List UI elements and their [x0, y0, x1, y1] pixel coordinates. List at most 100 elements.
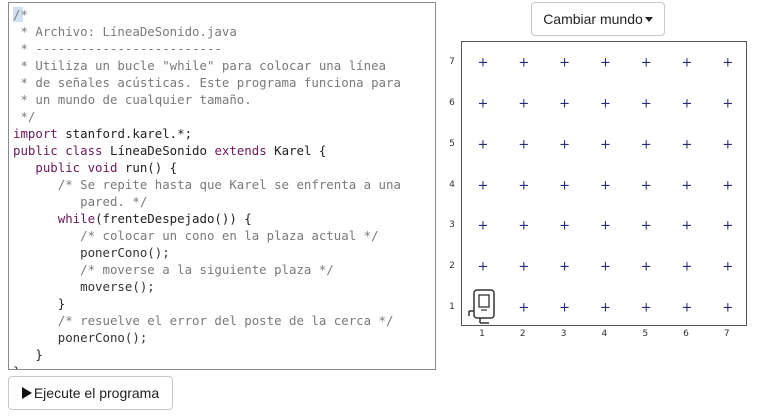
- corner-marker: +: [722, 96, 734, 112]
- code-line: /*: [13, 6, 435, 23]
- code-line: }: [13, 346, 435, 363]
- corner-marker: +: [599, 96, 611, 112]
- corner-marker: +: [640, 218, 652, 234]
- y-axis-label: 3: [449, 220, 455, 231]
- corner-marker: +: [640, 55, 652, 71]
- x-axis-label: 5: [642, 329, 649, 339]
- code-line: /* Se repite hasta que Karel se enfrenta…: [13, 176, 435, 193]
- y-axis-label: 7: [449, 57, 455, 68]
- code-token: public void: [13, 160, 118, 175]
- code-line: moverse();: [13, 278, 435, 295]
- x-axis-label: 6: [683, 329, 689, 339]
- x-axis-label: 7: [723, 329, 730, 339]
- code-token: * Archivo: LíneaDeSonido.java: [13, 24, 237, 39]
- code-token: ponerCono();: [13, 245, 170, 260]
- code-token: extends: [214, 143, 267, 158]
- code-token: */: [13, 109, 36, 124]
- corner-marker: +: [681, 137, 693, 153]
- code-token: run() {: [117, 160, 178, 175]
- code-line: * Utiliza un bucle "while" para colocar …: [13, 57, 435, 74]
- corner-marker: +: [640, 300, 652, 316]
- code-token: * Utiliza un bucle "while" para colocar …: [13, 58, 386, 73]
- code-line: while(frenteDespejado()) {: [13, 210, 435, 227]
- corner-marker: +: [681, 300, 693, 316]
- code-token: /* Se repite hasta que Karel se enfrenta…: [13, 177, 401, 192]
- corner-marker: +: [681, 178, 693, 194]
- code-line: * de señales acústicas. Este programa fu…: [13, 74, 435, 91]
- corner-marker: +: [518, 96, 530, 112]
- corner-marker: +: [518, 178, 530, 194]
- corner-marker: +: [518, 137, 530, 153]
- corner-marker: +: [722, 259, 734, 275]
- code-line: /* colocar un cono en la plaza actual */: [13, 227, 435, 244]
- run-program-button[interactable]: Ejecute el programa: [8, 376, 173, 410]
- code-token: stanford.karel.*;: [57, 126, 193, 141]
- y-axis-label: 4: [449, 179, 455, 190]
- code-line: }: [13, 295, 435, 312]
- code-token: Karel {: [266, 143, 327, 158]
- code-line: /* resuelve el error del poste de la cer…: [13, 312, 435, 329]
- corner-marker: +: [722, 218, 734, 234]
- corner-marker: +: [477, 178, 489, 194]
- code-text[interactable]: /* * Archivo: LíneaDeSonido.java * -----…: [13, 6, 435, 369]
- code-line: * -------------------------: [13, 40, 435, 57]
- corner-marker: +: [518, 300, 530, 316]
- corner-marker: +: [722, 178, 734, 194]
- corner-marker: +: [599, 259, 611, 275]
- code-line: * un mundo de cualquier tamaño.: [13, 91, 435, 108]
- code-token: /* colocar un cono en la plaza actual */: [13, 228, 379, 243]
- x-axis-label: 3: [560, 329, 567, 339]
- code-token: /* resuelve el error del poste de la cer…: [13, 313, 394, 328]
- corner-marker: +: [477, 218, 489, 234]
- code-token: while: [13, 211, 96, 226]
- corner-marker: +: [681, 218, 693, 234]
- code-token: }: [13, 296, 66, 311]
- x-axis-label: 1: [479, 329, 485, 339]
- code-token: * un mundo de cualquier tamaño.: [13, 92, 252, 107]
- corner-marker: +: [681, 259, 693, 275]
- y-axis-label: 5: [449, 138, 455, 149]
- code-token: * de señales acústicas. Este programa fu…: [13, 75, 401, 90]
- change-world-button[interactable]: Cambiar mundo: [531, 2, 665, 36]
- code-token: public class: [13, 143, 103, 158]
- code-line: import stanford.karel.*;: [13, 125, 435, 142]
- code-token: (frenteDespejado()) {: [95, 211, 252, 226]
- y-axis-label: 2: [449, 261, 455, 272]
- y-axis-label: 1: [449, 302, 455, 312]
- code-editor[interactable]: /* * Archivo: LíneaDeSonido.java * -----…: [8, 2, 436, 370]
- karel-robot-icon: [468, 289, 495, 324]
- karel-world-grid: + + + + + + + + + + + + + + + + + + + + + + + + + + + + + + + + + + + + + + + +…: [461, 41, 747, 326]
- corner-marker: +: [599, 178, 611, 194]
- corner-marker: +: [477, 55, 489, 71]
- corner-marker: +: [681, 96, 693, 112]
- corner-marker: +: [477, 96, 489, 112]
- code-token: import: [13, 126, 58, 141]
- code-token: }: [13, 347, 43, 362]
- corner-marker: +: [640, 178, 652, 194]
- corner-marker: +: [722, 55, 734, 71]
- code-token: * -------------------------: [13, 41, 222, 56]
- x-axis-label: 4: [601, 329, 608, 339]
- x-axis-label: 2: [519, 329, 526, 339]
- corner-marker: +: [559, 137, 571, 153]
- corner-marker: +: [559, 300, 571, 316]
- corner-marker: +: [640, 259, 652, 275]
- code-token: ponerCono();: [13, 330, 148, 345]
- code-token: /* moverse a la siguiente plaza */: [13, 262, 334, 277]
- corner-marker: +: [599, 55, 611, 71]
- code-line: * Archivo: LíneaDeSonido.java: [13, 23, 435, 40]
- code-token: moverse();: [13, 279, 155, 294]
- code-line: */: [13, 108, 435, 125]
- corner-marker: +: [640, 137, 652, 153]
- corner-marker: +: [477, 137, 489, 153]
- change-world-label: Cambiar mundo: [543, 11, 643, 27]
- corner-marker: +: [599, 137, 611, 153]
- corner-marker: +: [477, 259, 489, 275]
- code-line: ponerCono();: [13, 329, 435, 346]
- corner-marker: +: [518, 259, 530, 275]
- code-line: pared. */: [13, 193, 435, 210]
- corner-marker: +: [599, 218, 611, 234]
- code-line: public void run() {: [13, 159, 435, 176]
- corner-marker: +: [640, 96, 652, 112]
- corner-marker: +: [559, 178, 571, 194]
